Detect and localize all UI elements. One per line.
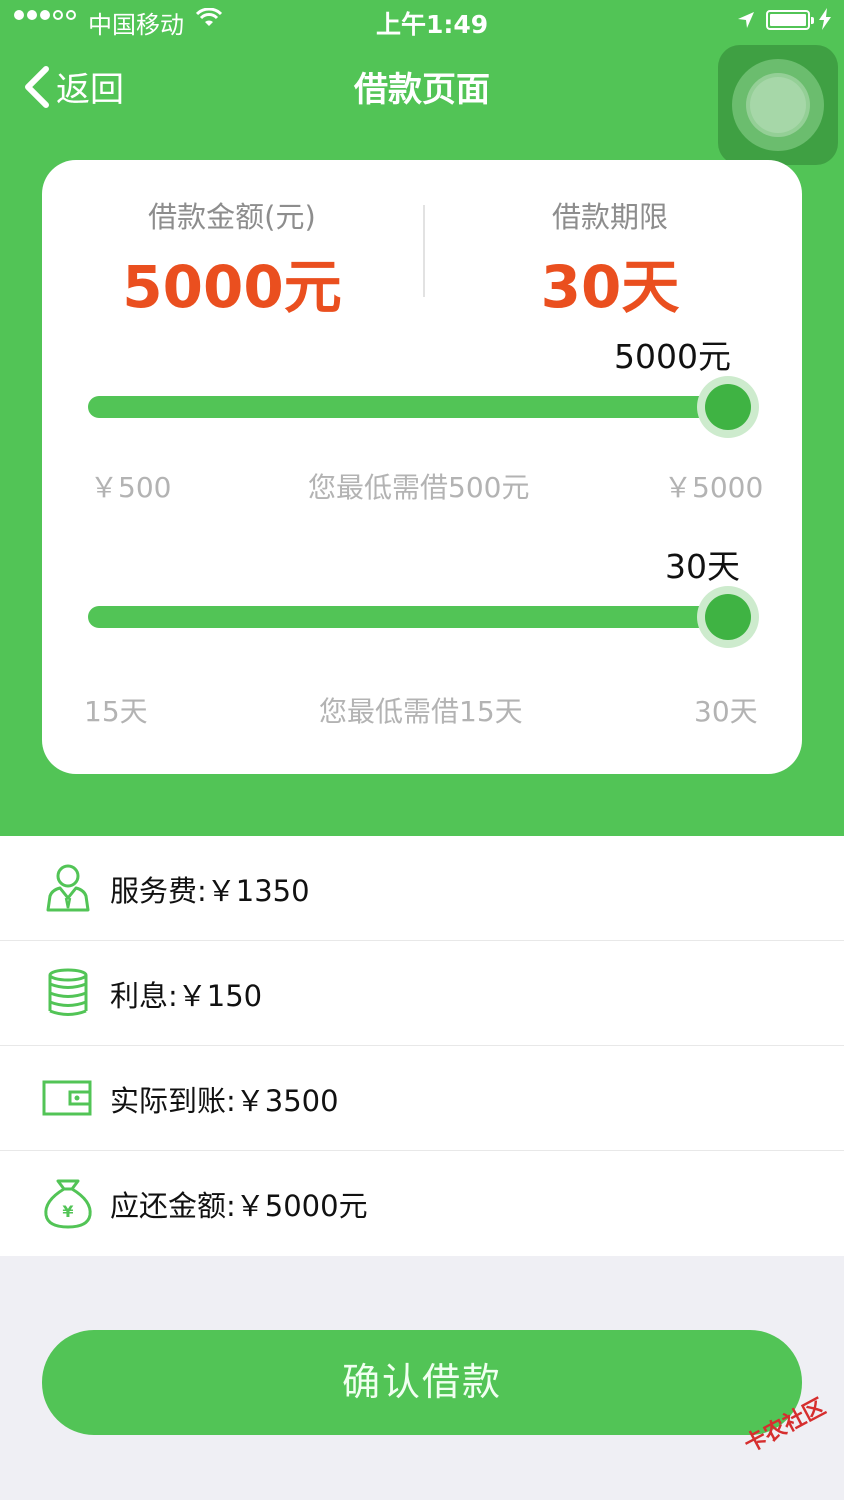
list-item-service-fee: 服务费:￥1350: [0, 836, 844, 941]
wifi-icon: [196, 8, 222, 26]
loan-info-list: 服务费:￥1350 利息:￥150 实际到账:￥3500 ¥ 应还金额:￥500…: [0, 836, 844, 1256]
list-item-interest: 利息:￥150: [0, 941, 844, 1046]
status-bar: 中国移动 上午1:49: [0, 0, 844, 40]
loan-card: 借款金额(元) 5000元 借款期限 30天 5000元 ￥500 您最低需借5…: [42, 160, 802, 774]
amount-slider-value: 5000元: [614, 337, 731, 376]
term-label: 借款期限: [551, 200, 668, 234]
charging-icon: [819, 8, 831, 30]
money-bag-icon: ¥: [44, 1179, 92, 1229]
amount-hint: 您最低需借500元: [308, 471, 530, 504]
svg-text:¥: ¥: [62, 1202, 73, 1221]
amount-slider-track[interactable]: [88, 396, 732, 418]
signal-strength-icon: [14, 10, 76, 20]
amount-slider-thumb[interactable]: [697, 376, 759, 438]
term-hint: 您最低需借15天: [319, 695, 523, 728]
list-item-actual-received: 实际到账:￥3500: [0, 1046, 844, 1151]
status-time: 上午1:49: [376, 10, 489, 39]
carrier-name: 中国移动: [88, 11, 184, 39]
term-min-label: 15天: [84, 695, 148, 728]
repayment-text: 应还金额:￥5000元: [110, 1189, 368, 1223]
term-slider-value: 30天: [665, 547, 740, 586]
location-arrow-icon: [738, 12, 754, 28]
amount-value: 5000元: [122, 253, 342, 321]
divider: [423, 205, 425, 297]
amount-label: 借款金额(元): [148, 200, 316, 234]
term-slider-track[interactable]: [88, 606, 732, 628]
term-value: 30天: [540, 253, 680, 321]
amount-max-label: ￥5000: [664, 471, 764, 504]
coins-icon: [48, 968, 88, 1016]
wallet-icon: [42, 1080, 92, 1116]
list-item-repayment: ¥ 应还金额:￥5000元: [0, 1151, 844, 1256]
amount-min-label: ￥500: [90, 471, 172, 504]
actual-received-text: 实际到账:￥3500: [110, 1084, 339, 1118]
term-slider-thumb[interactable]: [697, 586, 759, 648]
confirm-loan-button[interactable]: 确认借款: [42, 1330, 802, 1435]
service-fee-text: 服务费:￥1350: [110, 874, 310, 908]
interest-text: 利息:￥150: [110, 979, 263, 1013]
battery-icon: [766, 10, 814, 30]
term-max-label: 30天: [694, 695, 758, 728]
assistive-touch-button[interactable]: [718, 45, 838, 165]
person-icon: [46, 864, 90, 912]
